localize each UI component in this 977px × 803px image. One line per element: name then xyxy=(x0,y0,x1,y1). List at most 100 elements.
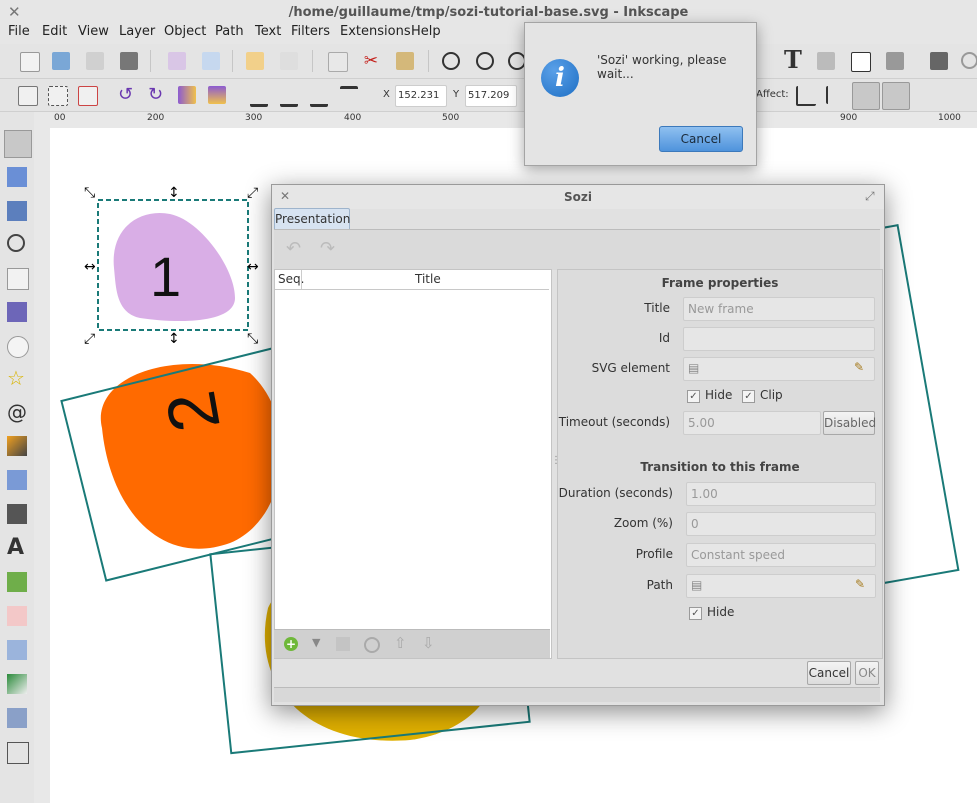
document-properties-icon[interactable] xyxy=(930,52,948,70)
selection-handle[interactable]: ↕ xyxy=(168,331,180,347)
menu-edit[interactable]: Edit xyxy=(42,24,67,39)
flip-horizontal-icon[interactable] xyxy=(178,86,196,104)
selection-handle[interactable]: ⤢ xyxy=(84,331,95,347)
disabled-button[interactable]: Disabled xyxy=(823,411,876,435)
redo-icon[interactable]: ↷ xyxy=(320,238,335,259)
menu-layer[interactable]: Layer xyxy=(119,24,155,39)
new-document-icon[interactable] xyxy=(20,52,40,72)
menu-help[interactable]: Help xyxy=(411,24,441,39)
export-icon[interactable] xyxy=(202,52,220,70)
add-frame-icon[interactable]: + xyxy=(284,637,298,651)
ellipse-tool-icon[interactable] xyxy=(7,336,29,358)
raise-to-top-icon[interactable] xyxy=(250,86,268,107)
print-icon[interactable] xyxy=(120,52,138,70)
spiral-tool-icon[interactable]: @ xyxy=(7,402,27,422)
align-icon[interactable] xyxy=(886,52,904,70)
svg-element-input[interactable]: ▤ ✎ xyxy=(683,357,875,381)
column-title[interactable]: Title xyxy=(415,272,441,286)
ok-button[interactable]: OK xyxy=(855,661,879,685)
preferences-icon[interactable] xyxy=(961,52,977,69)
text-tool-icon[interactable]: A xyxy=(7,537,27,559)
rotate-cw-icon[interactable]: ↻ xyxy=(148,86,166,104)
rotate-ccw-icon[interactable]: ↺ xyxy=(118,86,136,104)
move-down-icon[interactable]: ⇩ xyxy=(422,634,435,652)
menu-extensions[interactable]: Extensions xyxy=(340,24,411,39)
open-icon[interactable] xyxy=(52,52,70,70)
id-input[interactable] xyxy=(683,327,875,351)
clear-brush-icon[interactable]: ✎ xyxy=(855,577,865,591)
menu-text[interactable]: Text xyxy=(255,24,281,39)
cut-icon[interactable]: ✂ xyxy=(362,52,380,70)
redo-icon[interactable] xyxy=(280,52,298,70)
eraser-tool-icon[interactable] xyxy=(7,606,27,626)
menu-view[interactable]: View xyxy=(78,24,109,39)
menu-file[interactable]: File xyxy=(8,24,30,39)
path-hide-checkbox[interactable]: ✓ xyxy=(689,607,702,620)
zoom-selection-icon[interactable] xyxy=(442,52,460,70)
maximize-icon[interactable]: ⤢ xyxy=(865,189,875,204)
lower-to-bottom-icon[interactable] xyxy=(340,86,358,107)
undo-icon[interactable] xyxy=(246,52,264,70)
clip-checkbox[interactable]: ✓ xyxy=(742,390,755,403)
clear-brush-icon[interactable]: ✎ xyxy=(854,360,864,374)
selector-tool-icon[interactable] xyxy=(4,130,32,158)
y-input[interactable]: 517.209 xyxy=(465,85,517,107)
tab-presentation[interactable]: Presentation xyxy=(274,208,350,230)
zoom-drawing-icon[interactable] xyxy=(476,52,494,70)
timeout-input[interactable]: 5.00 xyxy=(683,411,821,435)
zoom-tool-icon[interactable] xyxy=(7,234,25,252)
scale-corners-icon[interactable] xyxy=(826,86,846,104)
rectangle-tool-icon[interactable] xyxy=(7,268,29,290)
title-input[interactable]: New frame xyxy=(683,297,875,321)
connector-tool-icon[interactable] xyxy=(7,742,29,764)
star-tool-icon[interactable]: ☆ xyxy=(7,368,27,388)
lower-icon[interactable] xyxy=(310,86,328,107)
menu-filters[interactable]: Filters xyxy=(291,24,330,39)
shape-orange[interactable] xyxy=(100,364,283,549)
selection-handle[interactable]: ↔ xyxy=(84,259,96,275)
3d-box-tool-icon[interactable] xyxy=(7,302,27,322)
cancel-button[interactable]: Cancel xyxy=(807,661,851,685)
save-icon[interactable] xyxy=(86,52,104,70)
scale-stroke-icon[interactable] xyxy=(796,86,816,106)
pencil-tool-icon[interactable] xyxy=(7,436,27,456)
duration-input[interactable]: 1.00 xyxy=(686,482,876,506)
paste-icon[interactable] xyxy=(396,52,414,70)
dropdown-arrow-icon[interactable]: ▼ xyxy=(312,636,320,649)
profile-select[interactable]: Constant speed xyxy=(686,543,876,567)
zoom-input[interactable]: 0 xyxy=(686,512,876,536)
move-up-icon[interactable]: ⇧ xyxy=(394,634,407,652)
hide-checkbox[interactable]: ✓ xyxy=(687,390,700,403)
layers-icon[interactable] xyxy=(817,52,835,70)
selection-handle[interactable]: ↔ xyxy=(247,259,259,275)
paste-icon[interactable]: ▤ xyxy=(688,361,699,375)
gradient-tool-icon[interactable] xyxy=(7,674,27,694)
undo-icon[interactable]: ↶ xyxy=(286,238,301,259)
deselect-icon[interactable] xyxy=(78,86,98,106)
transform-gradients-icon[interactable] xyxy=(852,82,880,110)
working-cancel-button[interactable]: Cancel xyxy=(659,126,743,152)
flip-vertical-icon[interactable] xyxy=(208,86,226,104)
import-icon[interactable] xyxy=(168,52,186,70)
menu-path[interactable]: Path xyxy=(215,24,244,39)
path-input[interactable]: ▤ ✎ xyxy=(686,574,876,598)
selection-handle[interactable]: ⤢ xyxy=(247,185,258,201)
dropper-tool-icon[interactable] xyxy=(7,708,27,728)
menu-object[interactable]: Object xyxy=(164,24,206,39)
selection-handle[interactable]: ⤡ xyxy=(247,331,258,347)
node-tool-icon[interactable] xyxy=(7,167,27,187)
raise-icon[interactable] xyxy=(280,86,298,107)
paste-icon[interactable]: ▤ xyxy=(691,578,702,592)
transform-patterns-icon[interactable] xyxy=(882,82,910,110)
duplicate-frame-icon[interactable] xyxy=(336,637,350,651)
spray-tool-icon[interactable] xyxy=(7,572,27,592)
select-all-layers-icon[interactable] xyxy=(48,86,68,106)
pen-tool-icon[interactable] xyxy=(7,470,27,490)
frame-list[interactable]: Seq. Title xyxy=(274,269,552,659)
paint-bucket-tool-icon[interactable] xyxy=(7,640,27,660)
xml-editor-icon[interactable] xyxy=(851,52,871,72)
selection-handle[interactable]: ↕ xyxy=(168,185,180,201)
x-input[interactable]: 152.231 xyxy=(395,85,447,107)
duplicate-icon[interactable] xyxy=(328,52,348,72)
text-tool-icon[interactable]: T xyxy=(784,48,802,72)
